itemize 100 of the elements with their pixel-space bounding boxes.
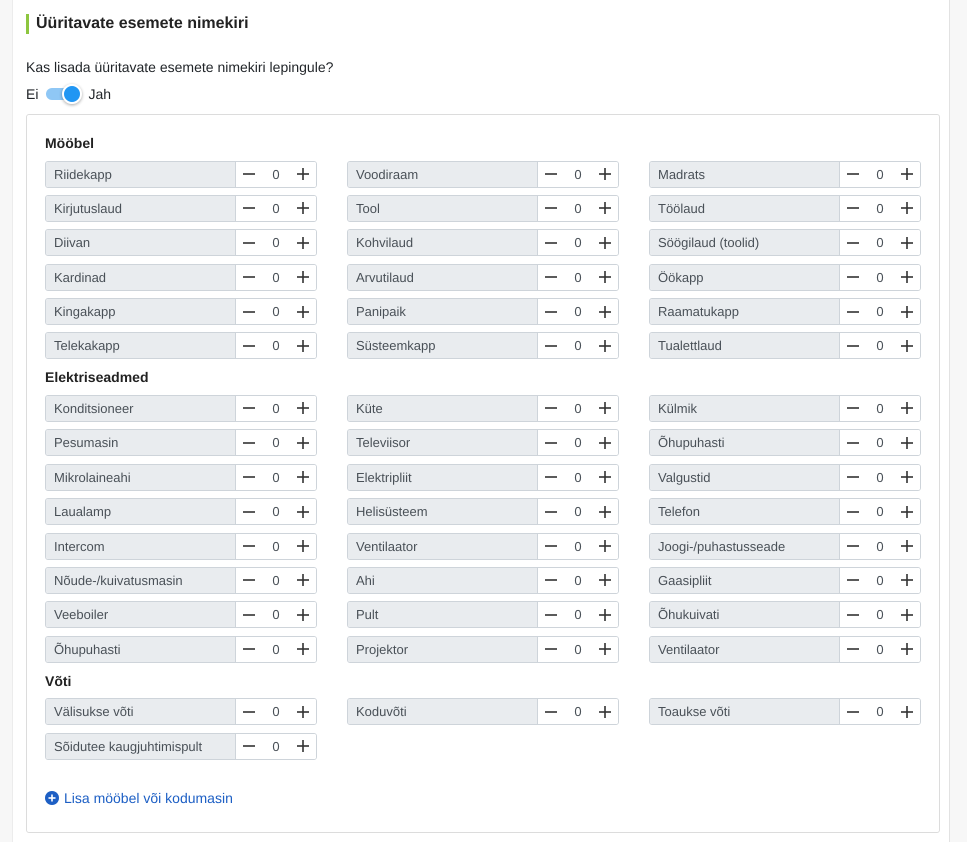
quantity-field[interactable]: 0 [262,534,290,559]
item-label: Nõude-/kuivatusmasin [46,568,236,593]
quantity-field[interactable]: 0 [564,333,592,358]
quantity-field[interactable]: 0 [564,636,592,662]
quantity-field[interactable]: 0 [564,264,592,290]
quantity-field[interactable]: 0 [564,568,592,593]
plus-icon [297,740,309,752]
item-label: Arvutilaud [348,264,538,290]
plus-icon [297,271,309,284]
plus-icon [901,506,913,518]
plus-icon [901,643,913,656]
item-label: Öökapp [650,264,840,290]
item-label: Koduvõti [348,699,538,724]
quantity-field[interactable]: 0 [564,196,592,221]
quantity-field[interactable]: 0 [262,264,290,290]
quantity-field[interactable]: 0 [866,699,894,724]
quantity-field[interactable]: 0 [866,162,894,186]
plus-icon [901,402,913,414]
plus-circle-icon [45,790,59,805]
plus-icon [599,506,611,518]
plus-icon [297,202,309,214]
quantity-field[interactable]: 0 [866,534,894,559]
add-item-link[interactable]: Lisa mööbel või kodumasin [45,788,233,808]
item-label: Söögilaud (toolid) [650,230,840,256]
quantity-field[interactable]: 0 [262,299,290,324]
item-label: Töölaud [650,196,840,221]
plus-icon [297,643,309,656]
plus-icon [901,168,913,180]
quantity-field[interactable]: 0 [866,333,894,358]
toggle-switch[interactable] [46,83,82,105]
quantity-field[interactable]: 0 [564,499,592,524]
quantity-field[interactable]: 0 [866,299,894,324]
quantity-field[interactable]: 0 [262,230,290,256]
quantity-field[interactable]: 0 [564,299,592,324]
quantity-field[interactable]: 0 [262,734,290,759]
plus-icon [599,236,611,249]
quantity-field[interactable]: 0 [262,568,290,593]
plus-icon [599,271,611,284]
plus-icon [901,540,913,552]
item-label: Pesumasin [46,430,236,456]
quantity-field[interactable]: 0 [262,699,290,724]
item-label: Telefon [650,499,840,524]
item-label: Diivan [46,230,236,256]
quantity-field[interactable]: 0 [866,430,894,456]
section-title: Üüritavate esemete nimekiri [26,14,249,34]
item-label: Õhukuivati [650,602,840,628]
quantity-field[interactable]: 0 [262,636,290,662]
quantity-field[interactable]: 0 [262,602,290,628]
quantity-field[interactable]: 0 [866,636,894,662]
quantity-field[interactable]: 0 [262,162,290,186]
quantity-field[interactable]: 0 [262,430,290,456]
item-label: Õhupuhasti [650,430,840,456]
quantity-field[interactable]: 0 [262,396,290,421]
quantity-field[interactable]: 0 [866,396,894,421]
plus-icon [297,540,309,552]
plus-icon [599,306,611,318]
plus-icon [297,168,309,180]
item-label: Küte [348,396,538,421]
plus-icon [297,506,309,518]
quantity-field[interactable]: 0 [564,602,592,628]
quantity-field[interactable]: 0 [564,230,592,256]
plus-icon [297,236,309,249]
quantity-field[interactable]: 0 [262,196,290,221]
plus-icon [901,706,913,718]
plus-icon [599,471,611,484]
plus-icon [599,706,611,718]
plus-icon [901,608,913,621]
plus-icon [901,574,913,586]
plus-icon [297,340,309,352]
item-label: Laualamp [46,499,236,524]
plus-icon [901,271,913,284]
item-label: Ahi [348,568,538,593]
plus-icon [297,402,309,414]
group-heading: Mööbel [45,134,94,152]
quantity-field[interactable]: 0 [262,464,290,490]
quantity-field[interactable]: 0 [564,699,592,724]
quantity-field[interactable]: 0 [866,196,894,221]
quantity-field[interactable]: 0 [866,499,894,524]
quantity-field[interactable]: 0 [564,430,592,456]
plus-icon [599,608,611,621]
item-label: Voodiraam [348,162,538,186]
quantity-field[interactable]: 0 [866,230,894,256]
quantity-field[interactable]: 0 [564,396,592,421]
plus-icon [297,471,309,484]
item-label: Külmik [650,396,840,421]
quantity-field[interactable]: 0 [866,602,894,628]
item-label: Mikrolaineahi [46,464,236,490]
quantity-field[interactable]: 0 [564,464,592,490]
quantity-field[interactable]: 0 [866,464,894,490]
plus-icon [599,574,611,586]
plus-icon [901,436,913,449]
quantity-field[interactable]: 0 [262,333,290,358]
quantity-field[interactable]: 0 [866,264,894,290]
quantity-field[interactable]: 0 [262,499,290,524]
quantity-field[interactable]: 0 [866,568,894,593]
quantity-field[interactable]: 0 [564,534,592,559]
item-label: Riidekapp [46,162,236,186]
item-label: Kardinad [46,264,236,290]
quantity-field[interactable]: 0 [564,162,592,186]
plus-icon [599,340,611,352]
